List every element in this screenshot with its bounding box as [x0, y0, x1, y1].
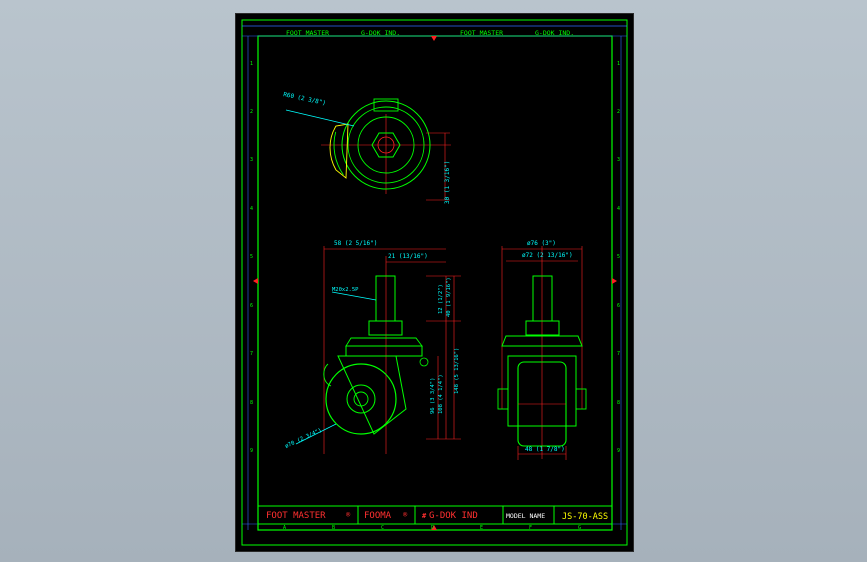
- front-76-label: ø76 (3"): [527, 240, 556, 247]
- dim-148-label: 148 (5 13/16"): [454, 348, 460, 394]
- header-left-brand: FOOT MASTER: [286, 29, 329, 37]
- model-label: MODEL NAME: [506, 512, 545, 520]
- svg-text:2: 2: [250, 109, 253, 115]
- svg-text:#: #: [422, 512, 427, 520]
- top-radius-label: R60 (2 3/8"): [283, 91, 327, 107]
- dim-12-label: 12 (1/2"): [438, 284, 444, 314]
- svg-text:9: 9: [250, 448, 253, 454]
- svg-text:5: 5: [617, 254, 620, 260]
- svg-text:3: 3: [617, 157, 620, 163]
- cad-viewport[interactable]: FOOT MASTER G-DOK IND. FOOT MASTER G-DOK…: [0, 0, 867, 562]
- wheel-dia-label: ø70 (2 3/4"): [284, 428, 323, 450]
- svg-text:B: B: [332, 525, 335, 531]
- dim-40-label: 40 (1 9/16"): [446, 277, 452, 317]
- top-view: R60 (2 3/8") 30 (1 3/16"): [283, 91, 451, 204]
- thread-label: M20x2.5P: [332, 287, 359, 293]
- svg-text:®: ®: [403, 511, 408, 519]
- svg-text:D: D: [431, 525, 434, 531]
- svg-text:7: 7: [250, 351, 253, 357]
- svg-text:4: 4: [250, 206, 253, 212]
- title-brand: FOOT MASTER: [266, 511, 326, 521]
- svg-text:G: G: [578, 525, 581, 531]
- dim-96-label: 96 (3 3/4"): [430, 378, 436, 414]
- wheel-width-label: 48 (1 7/8"): [525, 446, 565, 453]
- front-72-label: ø72 (2 13/16"): [522, 252, 573, 259]
- header-right-company: G-DOK IND.: [535, 29, 574, 37]
- drawing-canvas: FOOT MASTER G-DOK IND. FOOT MASTER G-DOK…: [241, 19, 628, 546]
- svg-text:4: 4: [617, 206, 620, 212]
- svg-text:6: 6: [617, 303, 620, 309]
- side-view: 58 (2 5/16") 21 (13/16") 12 (1/2") 40 (1…: [284, 240, 461, 454]
- svg-text:2: 2: [617, 109, 620, 115]
- svg-text:A: A: [283, 525, 286, 531]
- svg-text:F: F: [529, 525, 532, 531]
- front-view: ø76 (3") ø72 (2 13/16") 48 (1 7/8"): [497, 240, 587, 460]
- svg-text:7: 7: [617, 351, 620, 357]
- width-overall-label: 58 (2 5/16"): [334, 240, 377, 247]
- svg-text:9: 9: [617, 448, 620, 454]
- svg-text:3: 3: [250, 157, 253, 163]
- svg-text:C: C: [381, 525, 384, 531]
- svg-text:1: 1: [617, 61, 620, 67]
- top-center-marker: [431, 36, 437, 41]
- svg-text:®: ®: [346, 511, 351, 519]
- left-center-marker: [253, 278, 258, 284]
- drawing-sheet: FOOT MASTER G-DOK IND. FOOT MASTER G-DOK…: [235, 13, 634, 552]
- top-height-label: 30 (1 3/16"): [444, 161, 451, 204]
- title-block: FOOT MASTER ® FOOMA ® # G-DOK IND MODEL …: [257, 505, 613, 525]
- header-left-company: G-DOK IND.: [361, 29, 400, 37]
- inner-border: [257, 35, 613, 531]
- title-fooma: FOOMA: [364, 511, 392, 521]
- title-company: G-DOK IND: [429, 511, 478, 521]
- svg-text:1: 1: [250, 61, 253, 67]
- svg-text:E: E: [480, 525, 483, 531]
- header-right-brand: FOOT MASTER: [460, 29, 503, 37]
- svg-text:5: 5: [250, 254, 253, 260]
- svg-text:8: 8: [617, 400, 620, 406]
- dim-108-label: 108 (4 1/4"): [438, 374, 444, 414]
- svg-text:8: 8: [250, 400, 253, 406]
- offset-label: 21 (13/16"): [388, 253, 428, 260]
- right-center-marker: [612, 278, 617, 284]
- model-value: JS-70-ASS: [562, 512, 608, 522]
- svg-text:6: 6: [250, 303, 253, 309]
